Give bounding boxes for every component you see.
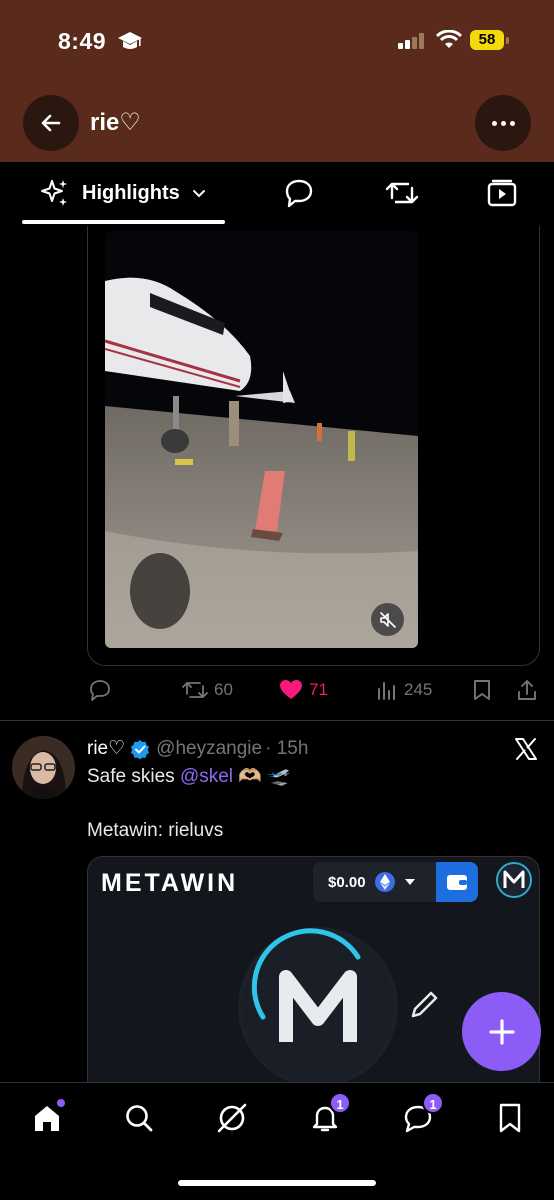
chevron-down-icon: [192, 190, 205, 198]
author-handle[interactable]: @heyzangie: [156, 738, 262, 760]
messages-badge: 1: [422, 1092, 444, 1114]
compose-post-button[interactable]: [462, 992, 541, 1071]
mw-mark-icon: [503, 870, 525, 888]
post-text-after: 🫶🏼 🛫: [233, 766, 291, 787]
views-action[interactable]: 245: [376, 678, 432, 702]
graduation-cap-icon: [118, 32, 142, 49]
plus-icon: [488, 1018, 515, 1045]
nav-grok[interactable]: [212, 1098, 252, 1138]
post-text-before: Safe skies: [87, 766, 180, 787]
tab-replies-bubble-icon[interactable]: [283, 178, 315, 208]
dot: [491, 120, 497, 126]
arrow-left-icon: [41, 114, 61, 132]
metawin-avatar-icon: [496, 862, 532, 898]
nav-bookmarks[interactable]: [490, 1098, 530, 1138]
tab-highlights[interactable]: Highlights: [22, 162, 225, 224]
speaker-muted-icon: [379, 611, 396, 628]
tab-media-icon[interactable]: [486, 178, 518, 208]
wallet-balance: $0.00: [313, 862, 478, 902]
mute-toggle-button[interactable]: [371, 603, 404, 636]
avatar[interactable]: [12, 736, 75, 799]
home-indicator: [178, 1180, 376, 1186]
repost-count: 60: [214, 680, 233, 699]
nav-messages[interactable]: 1: [398, 1092, 444, 1138]
pencil-icon: [411, 991, 438, 1018]
airplane-scene-image: [105, 231, 418, 648]
verified-badge-icon: [131, 739, 150, 759]
caret-down-icon: [404, 879, 415, 885]
notifications-badge: 1: [329, 1092, 351, 1114]
share-upload-icon: [518, 680, 536, 700]
reply-action[interactable]: [88, 678, 112, 702]
tab-reposts-icon[interactable]: [385, 178, 419, 208]
post-text: Safe skies @skel 🫶🏼 🛫: [87, 765, 291, 789]
battery-tip: [506, 37, 509, 44]
like-count: 71: [309, 680, 328, 699]
nav-home[interactable]: [27, 1098, 67, 1138]
user-avatar-image: [12, 736, 75, 799]
status-time: 8:49: [58, 28, 107, 54]
header-title: rie♡: [90, 109, 141, 136]
profile-tabs: Highlights: [0, 162, 554, 226]
tab-highlights-label: Highlights: [82, 181, 180, 204]
like-action[interactable]: 71: [279, 678, 328, 702]
home-notification-dot: [57, 1099, 65, 1107]
ethereum-icon: [374, 872, 395, 892]
post-author-line: rie♡ @heyzangie · 15h: [87, 737, 308, 760]
cellular-signal-icon: [398, 33, 424, 49]
post-time: · 15h: [265, 737, 309, 759]
metawin-big-logo-icon: [238, 927, 398, 1087]
wifi-icon: [436, 30, 462, 48]
wallet-button: [436, 862, 478, 902]
search-icon: [126, 1105, 153, 1132]
nav-search[interactable]: [119, 1098, 159, 1138]
dot: [509, 120, 515, 126]
author-name[interactable]: rie♡: [87, 737, 125, 760]
post-embedded-image[interactable]: METAWIN $0.00: [87, 856, 540, 1096]
bar-chart-icon: [378, 682, 395, 700]
home-icon: [35, 1106, 59, 1131]
active-tab-indicator: [22, 220, 225, 224]
heart-filled-icon: [280, 680, 302, 699]
mention-link[interactable]: @skel: [180, 766, 233, 787]
more-options-button[interactable]: [475, 95, 531, 151]
grok-icon: [217, 1103, 247, 1133]
bookmark-action[interactable]: [472, 678, 492, 702]
bookmark-nav-icon: [499, 1103, 521, 1133]
bookmark-icon: [474, 680, 490, 700]
dot: [500, 120, 506, 126]
repost-icon: [182, 682, 208, 698]
metawin-logo: METAWIN: [101, 869, 239, 897]
battery-indicator: 58: [470, 30, 504, 50]
post-divider: [0, 720, 554, 721]
wallet-icon: [447, 875, 467, 890]
back-button[interactable]: [23, 95, 79, 151]
profile-header: 8:49 58 rie♡: [0, 0, 554, 162]
repost-action[interactable]: 60: [182, 678, 233, 702]
view-count: 245: [404, 680, 433, 699]
nav-notifications[interactable]: 1: [305, 1092, 351, 1138]
x-logo-icon[interactable]: [514, 737, 538, 761]
post-video[interactable]: [105, 231, 418, 648]
post-text-line2: Metawin: rieluvs: [87, 820, 224, 841]
share-action[interactable]: [516, 678, 538, 702]
wallet-value: $0.00: [328, 873, 366, 891]
sparkle-icon: [41, 180, 67, 206]
reply-bubble-icon: [90, 680, 110, 701]
